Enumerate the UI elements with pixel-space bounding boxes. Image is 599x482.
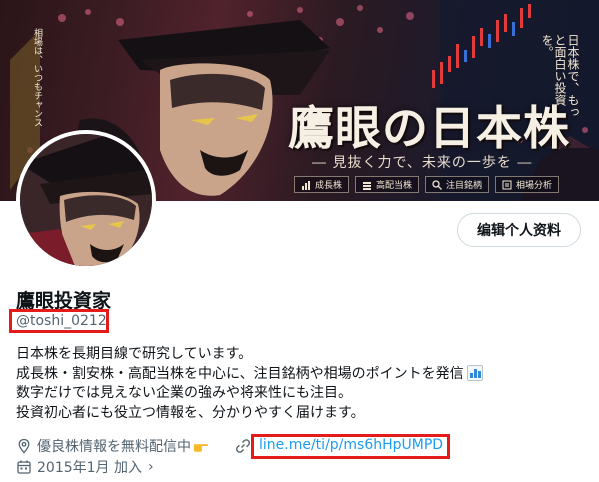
avatar[interactable] (16, 130, 156, 270)
banner-tag-analysis: 相場分析 (495, 176, 560, 193)
bio-line: 成長株・割安株・高配当株を中心に、注目銘柄や相場のポイントを発信 (16, 365, 464, 382)
banner-subtitle: ― 見抜く力で、未来の一歩を ― (312, 155, 533, 171)
banner-tag-label: 高配当株 (376, 181, 413, 191)
location-icon (18, 438, 30, 454)
banner-tag-label: 相場分析 (516, 181, 553, 191)
banner-title: 鷹眼の日本株 (288, 101, 570, 155)
banner-tag-focus: 注目銘柄 (425, 176, 490, 193)
profile-location: 優良株情報を無料配信中 (16, 436, 214, 456)
chevron-right-icon[interactable]: › (148, 459, 154, 475)
link-icon (236, 439, 250, 453)
banner-tag-dividend: 高配当株 (355, 176, 420, 193)
avatar-artwork (20, 134, 152, 266)
banner-tag-label: 注目銘柄 (446, 181, 483, 191)
location-text: 優良株情報を無料配信中 (37, 439, 191, 455)
profile-bio: 日本株を長期目線で研究しています。 成長株・割安株・高配当株を中心に、注目銘柄や… (16, 345, 576, 423)
bio-line: 投資初心者にも役立つ情報を、分かりやすく届けます。 (16, 404, 365, 421)
edit-profile-button[interactable]: 编辑个人资料 (457, 213, 581, 247)
user-handle: @toshi_0212 (16, 313, 107, 329)
banner-left-caption: 相場は、いつもチャンス (32, 28, 42, 127)
coins-icon (363, 181, 372, 190)
magnifier-icon (432, 179, 442, 190)
website-link[interactable]: line.me/ti/p/ms6hHpUMPD (259, 437, 443, 453)
bio-line: 日本株を長期目線で研究しています。 (16, 346, 253, 362)
joined-date: 2015年1月 加入 (37, 460, 142, 476)
banner-tag-growth: 成長株 (294, 176, 350, 193)
document-chart-icon (502, 180, 512, 189)
calendar-icon (17, 460, 31, 474)
bar-chart-icon (302, 180, 310, 190)
banner-tag-label: 成長株 (315, 181, 343, 191)
bio-line: 数字だけでは見えない企業の強みや将来性にも注目。 (16, 385, 352, 401)
chart-emoji-icon (466, 364, 483, 381)
profile-joined: 2015年1月 加入 › (16, 457, 154, 477)
banner-tags: 成長株 高配当株 注目銘柄 相場分析 (294, 176, 560, 193)
pointing-hand-icon (193, 444, 209, 452)
bio-line-with-emoji: 成長株・割安株・高配当株を中心に、注目銘柄や相場のポイントを発信 (16, 364, 576, 385)
